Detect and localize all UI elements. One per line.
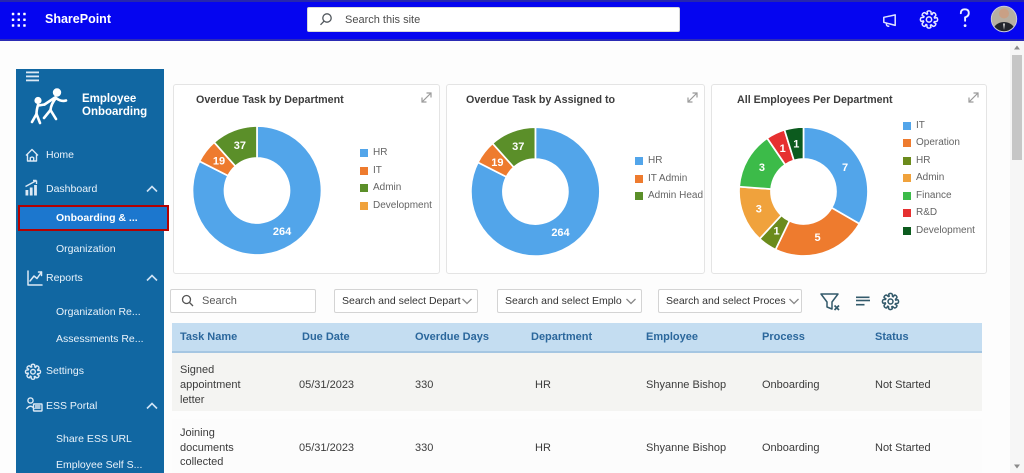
svg-text:3: 3: [759, 162, 765, 174]
svg-text:264: 264: [551, 227, 570, 239]
svg-text:1: 1: [793, 139, 799, 151]
svg-text:5: 5: [815, 232, 821, 244]
svg-text:19: 19: [491, 157, 503, 169]
svg-text:3: 3: [756, 204, 762, 216]
svg-text:1: 1: [773, 226, 779, 238]
svg-text:37: 37: [234, 140, 246, 152]
svg-text:19: 19: [213, 156, 225, 168]
svg-text:37: 37: [512, 141, 524, 153]
svg-text:264: 264: [273, 226, 292, 238]
svg-text:1: 1: [780, 143, 786, 155]
svg-text:7: 7: [842, 162, 848, 174]
